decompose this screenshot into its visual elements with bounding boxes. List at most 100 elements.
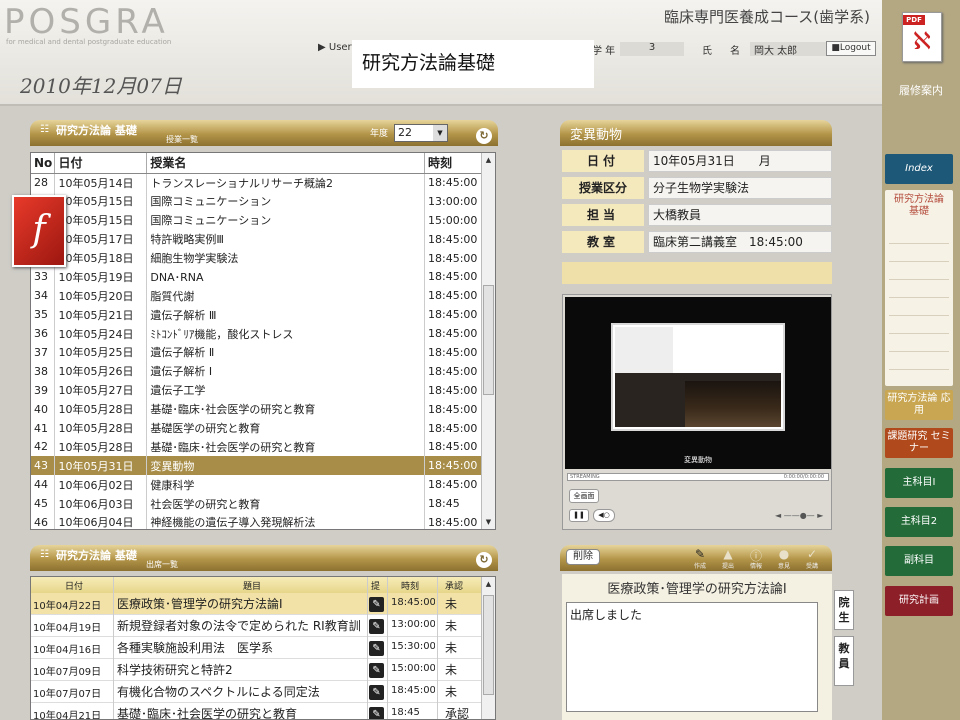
course-guide-label[interactable]: 履修案内 (882, 82, 960, 98)
volume-slider[interactable]: ◄ ——●— ► (775, 511, 825, 521)
lesson-cell-date: 10年05月20日 (54, 286, 148, 306)
lesson-row[interactable]: 41 10年05月28日 基礎医学の研究と教育 18:45:00 (31, 418, 483, 438)
attendance-scrollbar[interactable]: ▲ (481, 577, 495, 719)
detail-date-label: 日付 (562, 150, 644, 172)
nav-kenkyu-kiso[interactable]: 研究方法論 基礎 (885, 190, 953, 386)
lesson-cell-time: 15:00:00 (424, 210, 483, 230)
pencil-icon[interactable]: ✎ (369, 641, 384, 656)
submit-icon[interactable]: ▲ 提出 (718, 547, 738, 570)
nav-shukamoku-2[interactable]: 主科目2 (885, 507, 953, 537)
lesson-row[interactable]: 33 10年05月19日 DNA･RNA 18:45:00 (31, 267, 483, 287)
attendance-row[interactable]: 10年04月19日 新規登録者対象の法令で定められた RI教育訓 13:00:00 未… (31, 615, 483, 637)
lesson-row[interactable]: 35 10年05月21日 遺伝子解析 Ⅲ 18:45:00 (31, 305, 483, 325)
attendance-row[interactable]: 10年04月16日 各種実験施設利用法 医学系 15:30:00 未 ✎ (31, 637, 483, 659)
lesson-row[interactable]: 42 10年05月28日 基礎･臨床･社会医学の研究と教育 18:45:00 (31, 437, 483, 457)
panel-grip-icon: ☷ (40, 549, 49, 560)
lesson-row[interactable]: 44 10年06月02日 健康科学 18:45:00 (31, 475, 483, 495)
tab-teacher[interactable]: 教員 (834, 636, 854, 686)
lesson-cell-date: 10年05月18日 (54, 248, 148, 268)
lesson-row[interactable]: 36 10年05月24日 ﾐﾄｺﾝﾄﾞﾘｱ機能，酸化ストレス 18:45:00 (31, 324, 483, 344)
attend-icon[interactable]: ✓ 受講 (802, 547, 822, 570)
attendance-row[interactable]: 10年04月22日 医療政策･管理学の研究方法論Ⅰ 18:45:00 未 ✎ (31, 593, 483, 615)
chevron-down-icon[interactable]: ▼ (433, 125, 447, 141)
refresh-icon[interactable]: ↻ (476, 552, 492, 568)
create-icon[interactable]: ✎ 作成 (690, 547, 710, 570)
nav-fukukamoku[interactable]: 副科目 (885, 546, 953, 576)
att-cell-title: 科学技術研究と特許2 (117, 663, 233, 677)
pdf-guide-button[interactable]: PDF ℵ (902, 12, 942, 62)
pencil-icon[interactable]: ✎ (369, 619, 384, 634)
lesson-cell-time: 18:45:00 (424, 324, 483, 344)
att-cell-date: 10年04月21日 (33, 711, 102, 720)
lesson-cell-date: 10年05月14日 (54, 173, 148, 192)
nav-kenkyu-ouyou[interactable]: 研究方法論 応用 (885, 390, 953, 420)
att-cell-time: 18:45 (391, 707, 420, 718)
lesson-scrollbar[interactable]: ▲ ▼ (481, 153, 495, 529)
lesson-cell-name: 遺伝子解析 Ⅱ (146, 343, 425, 362)
refresh-icon[interactable]: ↻ (476, 128, 492, 144)
video-caption: 変異動物 (684, 456, 712, 464)
lesson-table-header: No 日付 授業名 時刻 (31, 153, 483, 174)
nav-kenkyu-kiso-lines (889, 226, 949, 370)
scroll-thumb[interactable] (483, 595, 494, 695)
nav-kadai-seminar[interactable]: 課題研究 セミナー (885, 428, 953, 458)
scroll-up-icon[interactable]: ▲ (482, 153, 495, 167)
info-icon[interactable]: ⓘ 情報 (746, 547, 766, 570)
comment-textarea[interactable]: 出席しました (566, 602, 818, 712)
tool-opinion-label: 意見 (777, 563, 790, 570)
pause-icon[interactable]: ❚❚ (569, 509, 589, 522)
pencil-icon[interactable]: ✎ (369, 707, 384, 719)
nav-shukamoku-1[interactable]: 主科目Ⅰ (885, 468, 953, 498)
acrobat-icon: ℵ (913, 27, 931, 55)
lesson-cell-name: 神経機能の遺伝子導入発現解析法 (146, 513, 425, 529)
lesson-row[interactable]: 28 10年05月14日 トランスレーショナルリサーチ概論2 18:45:00 (31, 173, 483, 192)
attendance-row[interactable]: 10年07月07日 有機化合物のスペクトルによる同定法 18:45:00 未 ✎ (31, 681, 483, 703)
pencil-icon[interactable]: ✎ (369, 663, 384, 678)
pencil-icon[interactable]: ✎ (369, 685, 384, 700)
video-screen[interactable]: 変異動物 (565, 297, 831, 469)
course-title: 臨床専門医養成コース(歯学系) (664, 8, 870, 26)
lesson-row[interactable]: 45 10年06月03日 社会医学の研究と教育 18:45 (31, 494, 483, 514)
lesson-row[interactable]: 3110年05月17日特許戦略実例Ⅲ18:45:00 (31, 229, 483, 249)
scroll-thumb[interactable] (483, 285, 494, 395)
year-select[interactable]: 22 ▼ (394, 124, 448, 142)
lesson-row[interactable]: 3210年05月18日細胞生物学実験法18:45:00 (31, 248, 483, 268)
lesson-row[interactable]: 2910年05月15日国際コミュニケーション13:00:00 (31, 191, 483, 211)
attendance-row[interactable]: 10年04月21日 基礎･臨床･社会医学の研究と教育 18:45 承認 ✎ (31, 703, 483, 720)
lesson-cell-date: 10年05月27日 (54, 380, 148, 400)
delete-button[interactable]: 削除 (566, 549, 600, 565)
lesson-row[interactable]: 37 10年05月25日 遺伝子解析 Ⅱ 18:45:00 (31, 343, 483, 362)
opinion-icon[interactable]: ● 意見 (774, 547, 794, 570)
attendance-row[interactable]: 10年07月09日 科学技術研究と特許2 15:00:00 未 ✎ (31, 659, 483, 681)
lesson-cell-name: 細胞生物学実験法 (146, 248, 425, 268)
nav-index[interactable]: Index (885, 154, 953, 184)
scroll-down-icon[interactable]: ▼ (482, 515, 495, 529)
lesson-cell-name: 健康科学 (146, 475, 425, 495)
lesson-row[interactable]: 46 10年06月04日 神経機能の遺伝子導入発現解析法 18:45:00 (31, 513, 483, 529)
fullscreen-button[interactable]: 全画面 (569, 489, 599, 503)
lesson-row[interactable]: 34 10年05月20日 脂質代謝 18:45:00 (31, 286, 483, 306)
logout-button[interactable]: ■Logout (826, 41, 876, 56)
lesson-cell-name: 基礎医学の研究と教育 (146, 418, 425, 438)
lesson-row[interactable]: 3010年05月15日国際コミュニケーション15:00:00 (31, 210, 483, 230)
scroll-up-icon[interactable]: ▲ (482, 577, 495, 591)
att-cell-time: 15:00:00 (391, 663, 435, 674)
lesson-cell-name: 脂質代謝 (146, 286, 425, 306)
lesson-cell-name: 変異動物 (146, 456, 425, 476)
lesson-row[interactable]: 39 10年05月27日 遺伝子工学 18:45:00 (31, 380, 483, 400)
lesson-row[interactable]: 43 10年05月31日 変異動物 18:45:00 (31, 456, 483, 476)
att-cell-title: 新規登録者対象の法令で定められた RI教育訓 (117, 619, 361, 633)
pencil-icon[interactable]: ✎ (369, 597, 384, 612)
detail-tanto-value: 大橋教員 (648, 204, 832, 226)
lesson-cell-date: 10年05月25日 (54, 343, 148, 362)
lesson-cell-no: 36 (31, 324, 56, 344)
lesson-row[interactable]: 40 10年05月28日 基礎･臨床･社会医学の研究と教育 18:45:00 (31, 399, 483, 419)
lesson-cell-time: 18:45:00 (424, 437, 483, 457)
seek-bar[interactable]: STREAMING 0:00:00/0:00:00 (567, 473, 829, 481)
lesson-row[interactable]: 38 10年05月26日 遺伝子解析 Ⅰ 18:45:00 (31, 361, 483, 381)
nav-kenkyu-keikaku[interactable]: 研究計画 (885, 586, 953, 616)
tab-student[interactable]: 院生 (834, 590, 854, 630)
att-cell-date: 10年04月16日 (33, 645, 102, 656)
year-label: 年度 (370, 129, 389, 139)
rewind-icon[interactable]: ◀○ (593, 509, 615, 522)
